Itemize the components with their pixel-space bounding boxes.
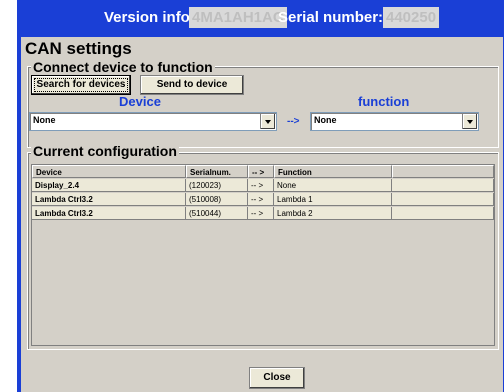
settings-panel: CAN settings Connect device to function … [21,37,503,392]
version-info-value: 4MA1AH1AC [189,7,287,28]
can-settings-title: CAN settings [25,39,132,58]
function-dropdown[interactable]: None [310,112,479,131]
function-label: function [358,94,410,109]
device-dropdown[interactable]: None [29,112,277,131]
table-row[interactable]: Display_2.4 (120023) -- > None [32,179,494,193]
column-header-device: Device [32,165,186,178]
send-to-device-button[interactable]: Send to device [140,75,244,95]
cell-function: None [274,179,392,192]
configuration-table[interactable]: Device Serialnum. -- > Function Display_… [31,164,495,346]
table-row[interactable]: Lambda Ctrl3.2 (510008) -- > Lambda 1 [32,193,494,207]
version-info-label: Version info: [104,9,195,26]
cell-arrow: -- > [248,193,274,206]
can-settings-window: Version info: 4MA1AH1AC Serial number: 4… [17,0,504,392]
cell-device: Lambda Ctrl3.2 [32,207,186,220]
close-button[interactable]: Close [249,367,305,389]
cell-extra [392,179,494,192]
device-label: Device [119,94,161,109]
serial-number-label: Serial number: [278,9,384,26]
cell-function: Lambda 2 [274,207,392,220]
table-row[interactable]: Lambda Ctrl3.2 (510044) -- > Lambda 2 [32,207,494,221]
current-configuration-title: Current configuration [31,143,179,159]
chevron-down-icon[interactable] [462,114,477,129]
cell-extra [392,207,494,220]
mapping-arrow: --> [287,116,300,127]
table-header-row: Device Serialnum. -- > Function [32,165,494,179]
column-header-extra [392,165,494,178]
cell-serialnum: (510044) [186,207,248,220]
cell-arrow: -- > [248,179,274,192]
connect-device-title: Connect device to function [31,59,215,75]
cell-arrow: -- > [248,207,274,220]
close-button-label: Close [263,372,291,383]
cell-serialnum: (510008) [186,193,248,206]
column-header-serialnum: Serialnum. [186,165,248,178]
title-bar: Version info: 4MA1AH1AC Serial number: 4… [17,0,504,37]
cell-extra [392,193,494,206]
chevron-down-icon[interactable] [260,114,275,129]
cell-device: Lambda Ctrl3.2 [32,193,186,206]
cell-serialnum: (120023) [186,179,248,192]
search-devices-button[interactable]: Search for devices [31,75,131,95]
cell-device: Display_2.4 [32,179,186,192]
function-dropdown-value: None [314,115,337,125]
cell-function: Lambda 1 [274,193,392,206]
column-header-arrow: -- > [248,165,274,178]
column-header-function: Function [274,165,392,178]
device-dropdown-value: None [33,115,56,125]
serial-number-value: 440250 [383,7,440,28]
